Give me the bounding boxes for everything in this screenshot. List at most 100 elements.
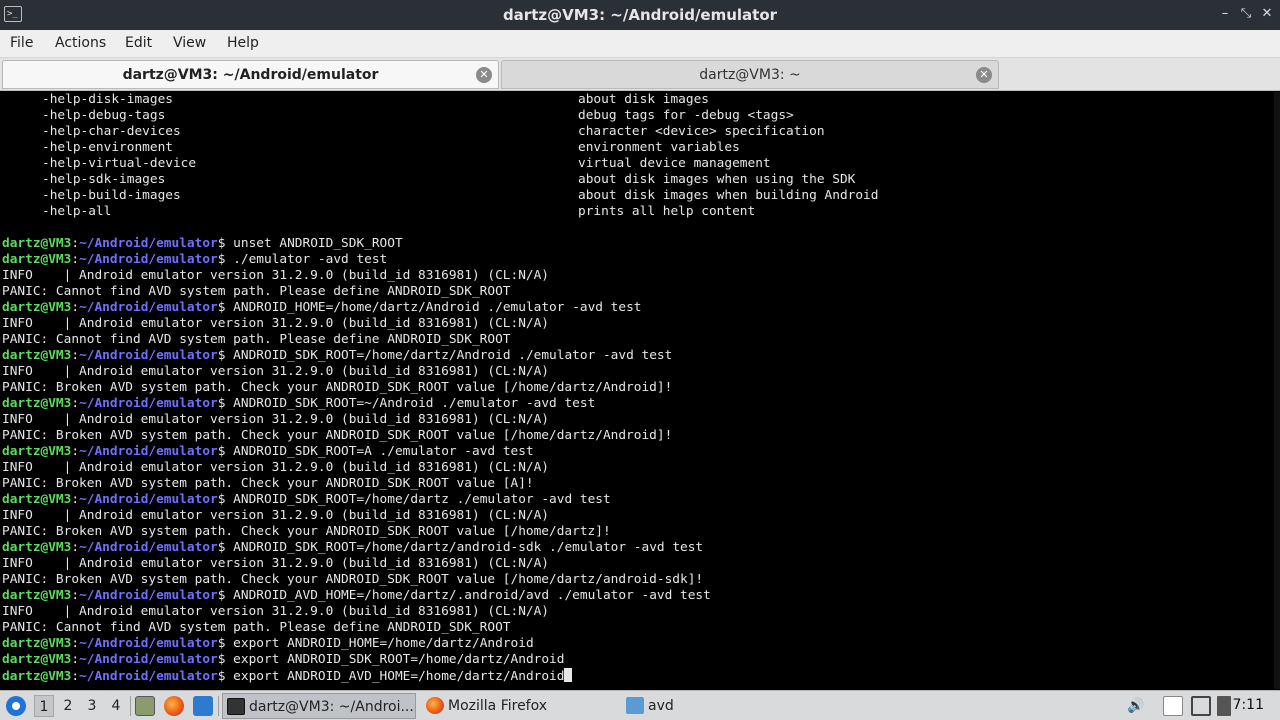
command-text: export ANDROID_HOME=/home/dartz/Android: [233, 636, 534, 651]
prompt-user: dartz@VM3: [2, 396, 72, 411]
command-line: dartz@VM3:~/Android/emulator$ export AND…: [2, 652, 564, 668]
menu-actions[interactable]: Actions: [55, 30, 106, 57]
terminal-output[interactable]: -help-disk-images about disk images -help-…: [0, 92, 1280, 689]
display-icon[interactable]: [1191, 696, 1211, 716]
window-titlebar[interactable]: >_ dartz@VM3: ~/Android/emulator – ⤡ ✕: [0, 0, 1280, 30]
scrollbar[interactable]: [1274, 92, 1280, 689]
menu-view[interactable]: View: [173, 30, 206, 57]
command-line: dartz@VM3:~/Android/emulator$ ANDROID_AV…: [2, 588, 711, 604]
firefox-icon[interactable]: [164, 696, 184, 716]
prompt-sign: $: [217, 540, 234, 555]
prompt-user: dartz@VM3: [2, 652, 72, 667]
volume-icon[interactable]: 🔊: [1126, 696, 1146, 716]
task-terminal[interactable]: dartz@VM3: ~/Androi...: [222, 693, 416, 719]
desktop-2-button[interactable]: 2: [58, 695, 78, 717]
help-option: -help-environment: [42, 140, 173, 155]
prompt-separator: :: [71, 669, 80, 684]
prompt-separator: :: [71, 652, 80, 667]
help-option: -help-build-images: [42, 188, 181, 203]
command-line: dartz@VM3:~/Android/emulator$ ANDROID_HO…: [2, 300, 642, 316]
command-line: dartz@VM3:~/Android/emulator$ ANDROID_SD…: [2, 540, 703, 556]
prompt-path: ~/Android/emulator: [79, 588, 218, 603]
command-line: dartz@VM3:~/Android/emulator$ unset ANDR…: [2, 236, 403, 252]
command-text: ANDROID_AVD_HOME=/home/dartz/.android/av…: [233, 588, 711, 603]
task-avd-folder[interactable]: avd: [622, 693, 802, 719]
restore-icon[interactable]: ⤡: [1238, 6, 1254, 22]
output-line: INFO | Android emulator version 31.2.9.0…: [2, 412, 550, 427]
command-text: ANDROID_SDK_ROOT=~/Android ./emulator -a…: [233, 396, 596, 411]
prompt-separator: :: [71, 396, 80, 411]
close-tab-icon[interactable]: ✕: [476, 67, 492, 83]
prompt-separator: :: [71, 300, 80, 315]
prompt-separator: :: [71, 236, 80, 251]
prompt-path: ~/Android/emulator: [79, 492, 218, 507]
help-description: about disk images: [578, 92, 709, 107]
output-line: INFO | Android emulator version 31.2.9.0…: [2, 508, 550, 523]
network-icon[interactable]: [1217, 696, 1231, 716]
prompt-user: dartz@VM3: [2, 636, 72, 651]
command-text: export ANDROID_AVD_HOME=/home/dartz/Andr…: [233, 669, 565, 684]
prompt-separator: :: [71, 444, 80, 459]
command-text: export ANDROID_SDK_ROOT=/home/dartz/Andr…: [233, 652, 565, 667]
prompt-user: dartz@VM3: [2, 348, 72, 363]
menu-help[interactable]: Help: [227, 30, 259, 57]
task-firefox[interactable]: Mozilla Firefox: [422, 693, 618, 719]
prompt-separator: :: [71, 636, 80, 651]
prompt-user: dartz@VM3: [2, 492, 72, 507]
prompt-path: ~/Android/emulator: [79, 348, 218, 363]
close-tab-icon[interactable]: ✕: [976, 67, 992, 83]
prompt-path: ~/Android/emulator: [79, 396, 218, 411]
clock: 7:11: [1232, 697, 1264, 713]
clipboard-icon[interactable]: [1163, 696, 1183, 716]
help-option: -help-virtual-device: [42, 156, 197, 171]
separator: [130, 696, 131, 716]
taskbar: 1 2 3 4 dartz@VM3: ~/Androi... Mozilla F…: [0, 690, 1280, 720]
close-window-icon[interactable]: ✕: [1259, 6, 1275, 22]
prompt-path: ~/Android/emulator: [79, 540, 218, 555]
prompt-sign: $: [217, 300, 234, 315]
desktop-1-button[interactable]: 1: [34, 695, 54, 717]
show-desktop-icon[interactable]: [135, 696, 155, 716]
help-option: -help-sdk-images: [42, 172, 166, 187]
prompt-user: dartz@VM3: [2, 236, 72, 251]
help-description: character <device> specification: [578, 124, 825, 139]
prompt-path: ~/Android/emulator: [79, 252, 218, 267]
desktop-3-button[interactable]: 3: [82, 695, 102, 717]
help-option: -help-all: [42, 204, 112, 219]
prompt-path: ~/Android/emulator: [79, 236, 218, 251]
prompt-separator: :: [71, 588, 80, 603]
prompt-sign: $: [217, 636, 234, 651]
tab-home[interactable]: dartz@VM3: ~ ✕: [501, 60, 999, 89]
prompt-user: dartz@VM3: [2, 444, 72, 459]
prompt-sign: $: [217, 652, 234, 667]
prompt-sign: $: [217, 396, 234, 411]
command-line: dartz@VM3:~/Android/emulator$ ANDROID_SD…: [2, 444, 534, 460]
output-line: PANIC: Cannot find AVD system path. Plea…: [2, 284, 511, 299]
menu-edit[interactable]: Edit: [125, 30, 152, 57]
prompt-user: dartz@VM3: [2, 540, 72, 555]
help-description: about disk images when building Android: [578, 188, 879, 203]
window-icon[interactable]: [193, 696, 213, 716]
tab-emulator[interactable]: dartz@VM3: ~/Android/emulator ✕: [2, 60, 499, 89]
command-line: dartz@VM3:~/Android/emulator$ export AND…: [2, 636, 534, 652]
desktop-4-button[interactable]: 4: [106, 695, 126, 717]
start-menu-icon[interactable]: [6, 696, 26, 716]
output-line: PANIC: Cannot find AVD system path. Plea…: [2, 620, 511, 635]
minimize-icon[interactable]: –: [1217, 6, 1233, 22]
task-label: dartz@VM3: ~/Androi...: [249, 699, 414, 715]
command-text: ANDROID_SDK_ROOT=/home/dartz/Android ./e…: [233, 348, 673, 363]
output-line: INFO | Android emulator version 31.2.9.0…: [2, 364, 550, 379]
terminal-icon: [227, 698, 245, 715]
help-description: debug tags for -debug <tags>: [578, 108, 794, 123]
help-description: virtual device management: [578, 156, 771, 171]
menu-file[interactable]: File: [10, 30, 33, 57]
prompt-sign: $: [217, 252, 234, 267]
output-line: INFO | Android emulator version 31.2.9.0…: [2, 460, 550, 475]
output-line: INFO | Android emulator version 31.2.9.0…: [2, 268, 550, 283]
command-line: dartz@VM3:~/Android/emulator$ ANDROID_SD…: [2, 492, 611, 508]
command-line: dartz@VM3:~/Android/emulator$ export AND…: [2, 668, 573, 684]
command-text: ANDROID_SDK_ROOT=/home/dartz/android-sdk…: [233, 540, 704, 555]
prompt-separator: :: [71, 348, 80, 363]
prompt-sign: $: [217, 348, 234, 363]
prompt-user: dartz@VM3: [2, 669, 72, 684]
